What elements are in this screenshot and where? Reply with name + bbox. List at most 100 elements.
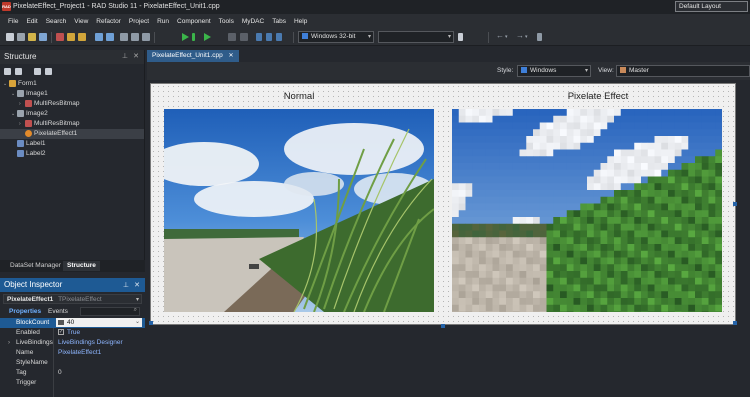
form1-canvas[interactable]: Normal Pixelate Effect bbox=[149, 83, 737, 328]
image2-pixelated-photo[interactable] bbox=[452, 109, 722, 312]
save-icon[interactable] bbox=[95, 33, 103, 41]
expand-all-icon[interactable] bbox=[4, 68, 11, 75]
menu-file[interactable]: File bbox=[4, 18, 22, 25]
property-row-blockcount[interactable]: BlockCount 40 ⌄ bbox=[0, 318, 145, 328]
menu-run[interactable]: Run bbox=[153, 18, 173, 25]
toolbar-options-icon[interactable] bbox=[537, 33, 542, 41]
menu-project[interactable]: Project bbox=[125, 18, 153, 25]
menu-search[interactable]: Search bbox=[42, 18, 71, 25]
selection-handle[interactable] bbox=[733, 321, 737, 325]
blockcount-value-input[interactable]: 40 ⌄ bbox=[56, 318, 142, 327]
pixel-block bbox=[654, 277, 662, 285]
property-row-name[interactable]: Name PixelateEffect1 bbox=[0, 348, 145, 358]
run-dropdown-icon[interactable] bbox=[192, 33, 195, 41]
forward-dropdown-icon[interactable]: ▾ bbox=[525, 33, 533, 41]
trace-into-icon[interactable] bbox=[266, 33, 272, 41]
image1-normal-photo[interactable] bbox=[164, 109, 434, 312]
property-row-livebindings[interactable]: › LiveBindings LiveBindings Designer bbox=[0, 338, 145, 348]
new-items-icon[interactable] bbox=[17, 33, 25, 41]
run-icon[interactable] bbox=[182, 33, 189, 41]
pixel-block bbox=[560, 190, 568, 198]
tree-item-image2[interactable]: ⌄ Image2 bbox=[0, 109, 144, 119]
view-combo[interactable]: Master bbox=[616, 65, 750, 77]
menu-view[interactable]: View bbox=[70, 18, 92, 25]
step-over-icon[interactable] bbox=[256, 33, 262, 41]
close-icon[interactable]: ✕ bbox=[133, 52, 139, 60]
tab-dataset-manager[interactable]: DataSet Manager bbox=[6, 261, 65, 271]
pixel-block bbox=[647, 298, 655, 306]
close-tab-icon[interactable]: ✕ bbox=[229, 53, 234, 59]
menu-mydac[interactable]: MyDAC bbox=[238, 18, 268, 25]
tree-item-form1[interactable]: ⌄ Form1 bbox=[0, 79, 144, 89]
menu-component[interactable]: Component bbox=[173, 18, 215, 25]
add-file-icon[interactable] bbox=[120, 33, 128, 41]
selection-handle[interactable] bbox=[441, 324, 445, 328]
pin-icon[interactable]: ⊥ bbox=[122, 52, 128, 60]
label2[interactable]: Pixelate Effect bbox=[538, 91, 658, 102]
pixel-block bbox=[647, 271, 655, 279]
stop-icon[interactable] bbox=[240, 33, 248, 41]
pixel-block bbox=[465, 115, 473, 123]
pixel-block bbox=[472, 136, 480, 144]
pixel-block bbox=[560, 163, 568, 171]
remove-file-icon[interactable] bbox=[131, 33, 139, 41]
property-row-trigger[interactable]: Trigger bbox=[0, 378, 145, 388]
save-all-icon[interactable] bbox=[39, 33, 47, 41]
menu-edit[interactable]: Edit bbox=[22, 18, 41, 25]
label1[interactable]: Normal bbox=[239, 91, 359, 102]
property-row-stylename[interactable]: StyleName bbox=[0, 358, 145, 368]
pixel-block bbox=[668, 169, 676, 177]
run-without-debug-icon[interactable] bbox=[204, 33, 211, 41]
save-as-icon[interactable] bbox=[106, 33, 114, 41]
tree-item-multiresbitmap[interactable]: › MultiResBitmap bbox=[0, 99, 144, 109]
menu-help[interactable]: Help bbox=[290, 18, 311, 25]
pixel-block bbox=[634, 169, 642, 177]
tab-pixelateeffect-unit1[interactable]: PixelateEffect_Unit1.cpp ✕ bbox=[147, 50, 239, 62]
property-search-input[interactable]: ⌕ bbox=[80, 307, 140, 316]
pin-icon[interactable]: ⊥ bbox=[123, 281, 129, 289]
menu-tabs[interactable]: Tabs bbox=[268, 18, 290, 25]
tree-item-label1[interactable]: Label1 bbox=[0, 139, 144, 149]
tree-item-pixelateeffect1[interactable]: PixelateEffect1 bbox=[0, 129, 144, 139]
property-row-enabled[interactable]: Enabled ✓ True bbox=[0, 328, 145, 338]
pixel-block bbox=[661, 196, 669, 204]
tab-events[interactable]: Events bbox=[45, 307, 71, 317]
tree-item-label2[interactable]: Label2 bbox=[0, 149, 144, 159]
pause-icon[interactable] bbox=[228, 33, 236, 41]
pixel-block bbox=[485, 264, 493, 272]
open-folder-icon[interactable] bbox=[78, 33, 86, 41]
livebindings-designer-link[interactable]: LiveBindings Designer bbox=[58, 338, 123, 348]
new-file-icon[interactable] bbox=[6, 33, 14, 41]
open-project-icon[interactable] bbox=[67, 33, 75, 41]
platform-combo[interactable]: Windows 32-bit ▾ bbox=[298, 31, 374, 43]
tab-structure[interactable]: Structure bbox=[63, 261, 100, 271]
close-icon[interactable]: ✕ bbox=[134, 281, 140, 289]
menu-tools[interactable]: Tools bbox=[215, 18, 238, 25]
back-arrow-icon[interactable]: ← bbox=[496, 32, 504, 41]
project-icon[interactable] bbox=[56, 33, 64, 41]
configuration-combo[interactable]: ▾ bbox=[378, 31, 454, 43]
component-selector[interactable]: PixelateEffect1 TPixelateEffect ▾ bbox=[3, 294, 142, 304]
pixel-block bbox=[600, 277, 608, 285]
menu-refactor[interactable]: Refactor bbox=[92, 18, 125, 25]
tab-properties[interactable]: Properties bbox=[6, 307, 44, 317]
tree-item-image1[interactable]: ⌄ Image1 bbox=[0, 89, 144, 99]
forward-arrow-icon[interactable]: → bbox=[516, 32, 524, 41]
checkbox-checked-icon[interactable]: ✓ bbox=[58, 329, 64, 336]
pixel-block bbox=[533, 210, 541, 218]
options-icon[interactable] bbox=[142, 33, 150, 41]
back-dropdown-icon[interactable]: ▾ bbox=[505, 33, 513, 41]
move-up-icon[interactable] bbox=[34, 68, 41, 75]
collapse-all-icon[interactable] bbox=[15, 68, 22, 75]
tree-item-multiresbitmap[interactable]: › MultiResBitmap bbox=[0, 119, 144, 129]
property-row-tag[interactable]: Tag 0 bbox=[0, 368, 145, 378]
layout-dropdown[interactable]: Default Layout bbox=[675, 1, 748, 12]
open-icon[interactable] bbox=[28, 33, 36, 41]
move-down-icon[interactable] bbox=[45, 68, 52, 75]
selection-handle[interactable] bbox=[149, 321, 153, 325]
run-until-return-icon[interactable] bbox=[276, 33, 282, 41]
style-combo[interactable]: Windows ▾ bbox=[517, 65, 591, 77]
expand-toggle-icon[interactable]: › bbox=[8, 338, 10, 348]
deploy-icon[interactable] bbox=[458, 33, 463, 41]
selection-handle[interactable] bbox=[733, 202, 737, 206]
